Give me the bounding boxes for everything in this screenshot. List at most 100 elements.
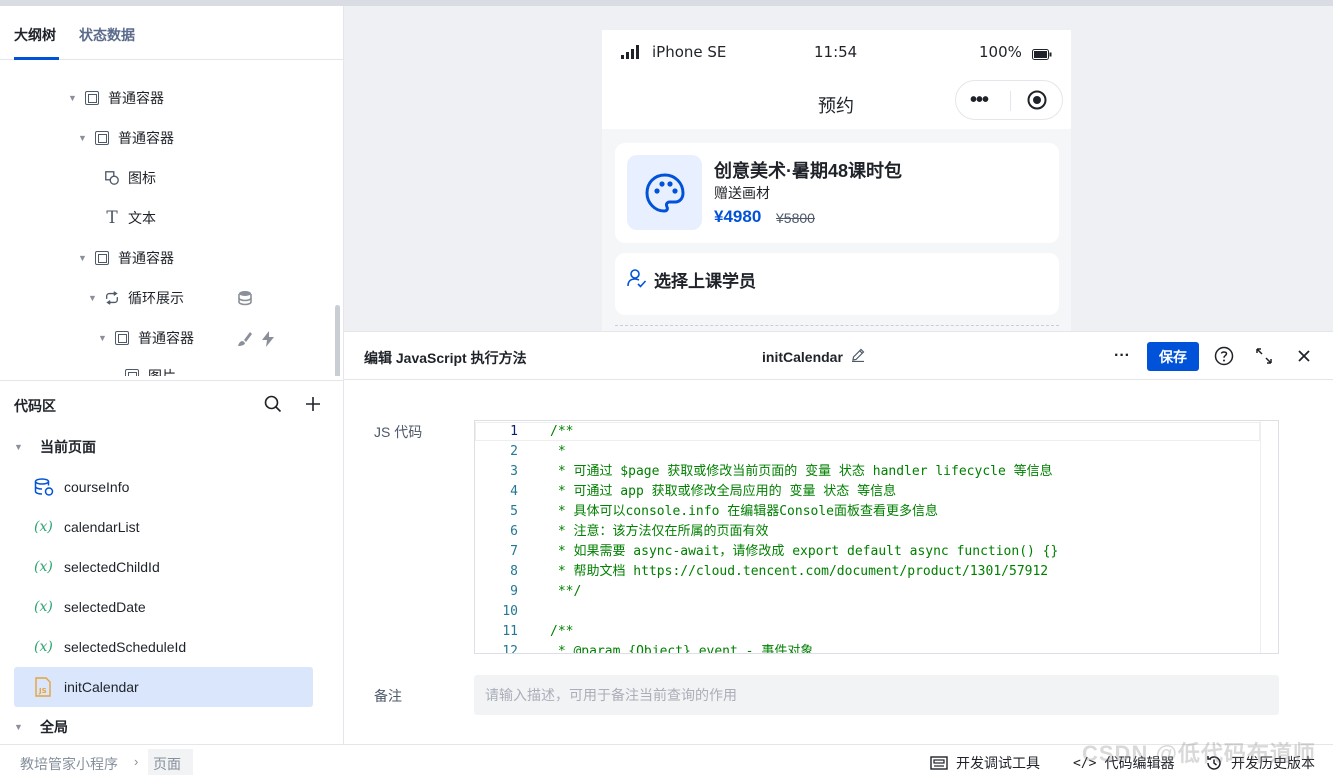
tree-node-icon[interactable]: 图标 [104, 158, 156, 198]
container-icon [84, 90, 100, 106]
group-current-page[interactable]: ▼ 当前页面 [14, 427, 96, 467]
save-button[interactable]: 保存 [1147, 342, 1199, 371]
close-circle-icon[interactable] [1027, 90, 1047, 113]
battery-level: 100% [979, 43, 1022, 61]
phone-frame: iPhone SE 11:54 100% 预约 ••• 创意美术·暑期48课时包… [602, 30, 1071, 331]
code-item-course-info[interactable]: courseInfo [14, 467, 313, 507]
more-options-icon[interactable]: ··· [1111, 345, 1133, 367]
tree-node-container[interactable]: ▼ 普通容器 [78, 118, 174, 158]
code-area-header: 代码区 [0, 380, 343, 426]
caret-down-icon[interactable]: ▼ [88, 293, 100, 303]
close-icon[interactable] [1293, 345, 1315, 367]
tree-node-label: 普通容器 [118, 130, 174, 146]
phone-nav-bar: 预约 ••• [602, 74, 1071, 129]
line-number: 12 [502, 644, 518, 654]
palette-icon [627, 155, 702, 230]
code-line: * 如果需要 async-await，请修改成 export default a… [550, 544, 1059, 559]
search-icon[interactable] [262, 393, 284, 415]
caret-down-icon[interactable]: ▼ [98, 333, 110, 343]
canvas-preview: iPhone SE 11:54 100% 预约 ••• 创意美术·暑期48课时包… [344, 6, 1333, 331]
caret-down-icon[interactable]: ▼ [78, 253, 90, 263]
code-line: * [550, 444, 566, 459]
status-time: 11:54 [814, 43, 858, 61]
debug-tools-button[interactable]: 开发调试工具 [930, 753, 1040, 773]
js-editor-panel: 编辑 JavaScript 执行方法 initCalendar ··· 保存 J… [344, 331, 1333, 744]
phone-status-bar: iPhone SE 11:54 100% [602, 30, 1071, 74]
edit-pencil-icon[interactable] [851, 348, 865, 365]
breadcrumb-app[interactable]: 教培管家小程序 [20, 754, 118, 774]
help-icon[interactable] [1213, 345, 1235, 367]
caret-down-icon[interactable]: ▼ [14, 442, 26, 452]
code-scrollbar[interactable] [1260, 421, 1278, 653]
note-label: 备注 [374, 688, 402, 704]
line-number: 11 [502, 624, 518, 639]
database-icon [34, 478, 56, 496]
code-item-selected-schedule-id[interactable]: (x) selectedScheduleId [14, 627, 313, 667]
course-card[interactable]: 创意美术·暑期48课时包 赠送画材 ¥4980 ¥5800 [615, 143, 1059, 243]
nav-title: 预约 [818, 96, 854, 116]
code-line: * 注意：该方法仅在所属的页面有效 [550, 524, 769, 539]
code-line: * @param {Object} event - 事件对象 [550, 644, 814, 654]
line-number: 10 [502, 604, 518, 619]
line-number: 1 [510, 424, 518, 439]
course-original-price: ¥5800 [776, 210, 815, 226]
tab-state-data[interactable]: 状态数据 [79, 25, 135, 45]
mini-program-capsule: ••• [955, 80, 1063, 120]
tree-node-text[interactable]: T 文本 [104, 198, 156, 238]
code-line: **/ [550, 584, 582, 599]
more-dots-icon[interactable]: ••• [970, 89, 989, 112]
database-icon [237, 290, 253, 309]
code-item-calendar-list[interactable]: (x) calendarList [14, 507, 313, 547]
line-number-gutter: 1 2 3 4 5 6 7 8 9 10 11 12 [475, 421, 547, 653]
caret-down-icon[interactable]: ▼ [14, 722, 26, 732]
variable-icon: (x) [34, 639, 53, 655]
line-number: 5 [510, 504, 518, 519]
line-number: 9 [510, 584, 518, 599]
container-icon [114, 330, 130, 346]
tree-node-container[interactable]: ▼ 普通容器 [68, 78, 164, 118]
tab-outline[interactable]: 大纲树 [14, 25, 56, 45]
code-area-title: 代码区 [14, 398, 56, 414]
course-subtitle: 赠送画材 [714, 185, 770, 201]
signal-icon [621, 45, 643, 63]
user-check-icon [627, 268, 647, 291]
breadcrumb-page[interactable]: 页面 [153, 754, 181, 774]
tree-node-label: 循环展示 [128, 290, 184, 306]
caret-down-icon[interactable]: ▼ [78, 133, 90, 143]
code-line: * 具体可以console.info 在编辑器Console面板查看更多信息 [550, 504, 939, 519]
left-panel: 大纲树 状态数据 ▼ 普通容器 ▼ 普通容器 图标 T 文本 ▼ 普通容器 ▼ … [0, 6, 344, 744]
code-item-init-calendar[interactable]: JS initCalendar [14, 667, 313, 707]
line-number: 3 [510, 464, 518, 479]
expand-icon[interactable] [1253, 345, 1275, 367]
caret-down-icon[interactable]: ▼ [68, 93, 80, 103]
tree-node-label: 文本 [128, 210, 156, 226]
tree-node-container[interactable]: ▼ 普通容器 [98, 318, 194, 358]
function-name: initCalendar [762, 348, 865, 365]
lightning-icon [260, 330, 276, 351]
debug-tools-label: 开发调试工具 [956, 755, 1040, 771]
current-line-highlight [475, 422, 1260, 441]
code-line: /** [550, 424, 574, 439]
watermark: CSDN @低代码布道师 [1082, 741, 1316, 766]
tree-node-label: 普通容器 [138, 330, 194, 346]
device-name: iPhone SE [652, 43, 727, 61]
svg-text:JS: JS [38, 687, 47, 695]
code-item-selected-child-id[interactable]: (x) selectedChildId [14, 547, 313, 587]
code-editor[interactable]: 1 2 3 4 5 6 7 8 9 10 11 12 /** * * 可通过 $page 获取或修改当… [474, 420, 1279, 654]
code-line: * 可通过 $page 获取或修改当前页面的 变量 状态 handler lif… [550, 464, 1053, 479]
code-item-label: courseInfo [64, 479, 130, 495]
brush-icon [236, 330, 254, 351]
student-select-card[interactable]: 选择上课学员 [615, 253, 1059, 315]
code-item-label: initCalendar [64, 679, 139, 695]
code-line: * 帮助文档 https://cloud.tencent.com/documen… [550, 564, 1049, 579]
note-input[interactable] [474, 675, 1279, 715]
group-global[interactable]: ▼ 全局 [14, 707, 68, 747]
capsule-divider [1010, 91, 1011, 111]
function-name-label: initCalendar [762, 348, 843, 365]
tree-node-image[interactable]: 图片 [124, 356, 176, 376]
tree-node-container[interactable]: ▼ 普通容器 [78, 238, 174, 278]
code-item-selected-date[interactable]: (x) selectedDate [14, 587, 313, 627]
tree-scrollbar[interactable] [335, 305, 340, 376]
tree-node-loop[interactable]: ▼ 循环展示 [88, 278, 184, 318]
add-icon[interactable] [302, 393, 324, 415]
